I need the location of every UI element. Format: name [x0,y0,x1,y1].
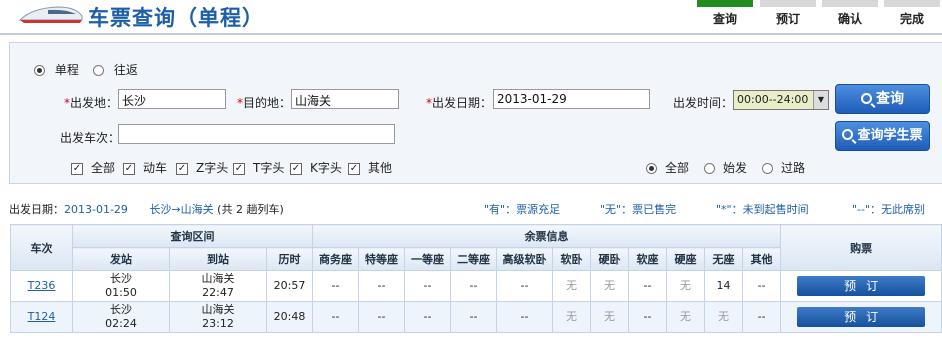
search-icon [842,129,854,140]
checkbox-checked-icon[interactable]: ✓ [348,162,360,175]
filter-t[interactable]: ✓ T字头 [233,159,284,176]
step-complete: 完成 [884,0,940,30]
station-filter-all[interactable]: 全部 [646,159,689,176]
step-book: 预订 [760,0,816,30]
to-station-input[interactable]: 山海关 [291,89,399,109]
col-standing: 无座 [704,247,743,271]
progress-steps: 查询 预订 确认 完成 [697,0,942,30]
checkbox-checked-icon[interactable]: ✓ [176,162,188,175]
col-hard-seat: 硬座 [666,247,705,271]
filter-other[interactable]: ✓ 其他 [348,159,392,176]
radio-unchecked-icon[interactable] [93,65,104,76]
filter-z[interactable]: ✓ Z字头 [176,159,228,176]
radio-unchecked-icon[interactable] [704,163,715,174]
col-to: 到站 [169,247,267,271]
col-query-range: 查询区间 [72,224,313,248]
query-button[interactable]: 查询 [835,84,930,114]
train-number-link[interactable]: T236 [28,279,56,292]
book-button[interactable]: 预订 [797,307,926,327]
col-ticket-info: 余票信息 [311,224,782,248]
radio-checked-icon[interactable] [646,163,657,174]
filter-all-types[interactable]: ✓ 全部 [71,159,115,176]
col-train-no: 车次 [10,224,73,271]
page-title: 车票查询（单程） [88,6,264,30]
checkbox-checked-icon[interactable]: ✓ [71,162,83,175]
col-from: 发站 [72,247,170,271]
col-other: 其他 [741,247,782,271]
train-logo-icon [18,6,83,23]
page-header: 车票查询（单程） 查询 预订 确认 完成 [0,0,942,40]
time-label: 出发时间： [673,96,734,110]
filter-emu[interactable]: ✓ 动车 [123,159,167,176]
station-filter-passing[interactable]: 过路 [762,159,805,176]
departure-time-select[interactable]: 00:00--24:00 ▼ [733,90,829,110]
legend-no-seat-class: "--"：无此席别 [852,203,926,216]
book-button[interactable]: 预订 [797,276,926,296]
chevron-down-icon[interactable]: ▼ [813,91,828,109]
trip-type-oneway[interactable]: 单程 [34,61,79,78]
col-premium: 特等座 [358,247,405,271]
date-label: *出发日期： [426,96,493,110]
filter-k[interactable]: ✓ K字头 [290,159,342,176]
header-divider [0,33,942,35]
checkbox-checked-icon[interactable]: ✓ [290,162,302,175]
checkbox-checked-icon[interactable]: ✓ [123,162,135,175]
station-filter-origin[interactable]: 始发 [704,159,747,176]
from-station-input[interactable]: 长沙 [118,89,226,109]
col-soft-sleeper: 软卧 [552,247,591,271]
table-row: T236 长沙 01:50 山海关 22:47 20:57 -- -- -- -- … [10,270,942,302]
legend-not-on-sale: "*"：未到起售时间 [716,203,809,216]
to-label: *目的地： [237,96,292,110]
radio-checked-icon[interactable] [34,65,45,76]
result-summary: 出发日期：2013-01-29 长沙→山海关 (共 2 趟列车) [9,203,284,216]
col-deluxe-sleeper: 高级软卧 [496,247,553,271]
legend-available: "有"：票源充足 [484,203,561,216]
from-label: *出发地： [64,96,119,110]
col-buy: 购票 [780,224,942,271]
train-number-input[interactable] [118,124,395,144]
step-query: 查询 [697,0,753,30]
col-hard-sleeper: 硬卧 [590,247,629,271]
search-icon [861,93,872,104]
col-duration: 历时 [266,247,313,271]
col-second-class: 二等座 [450,247,497,271]
search-panel: 单程 往返 *出发地： 长沙 *目的地： 山海关 *出发日期： 2013-01-… [9,42,942,184]
col-business: 商务座 [312,247,359,271]
legend-sold-out: "无"：票已售完 [600,203,677,216]
train-number-link[interactable]: T124 [28,310,56,323]
col-soft-seat: 软座 [628,247,667,271]
trip-type-roundtrip[interactable]: 往返 [93,61,138,78]
step-confirm: 确认 [822,0,878,30]
radio-unchecked-icon[interactable] [762,163,773,174]
train-no-label: 出发车次： [60,131,121,145]
student-ticket-query-button[interactable]: 查询学生票 [835,121,930,151]
col-first-class: 一等座 [404,247,451,271]
checkbox-checked-icon[interactable]: ✓ [233,162,245,175]
train-results-table: 车次 查询区间 余票信息 购票 发站 到站 历时 商务座 特等座 一等座 二等座… [10,224,942,333]
table-row: T124 长沙 02:24 山海关 23:12 20:48 -- -- -- -- … [10,301,942,333]
departure-date-input[interactable]: 2013-01-29 [493,89,650,109]
